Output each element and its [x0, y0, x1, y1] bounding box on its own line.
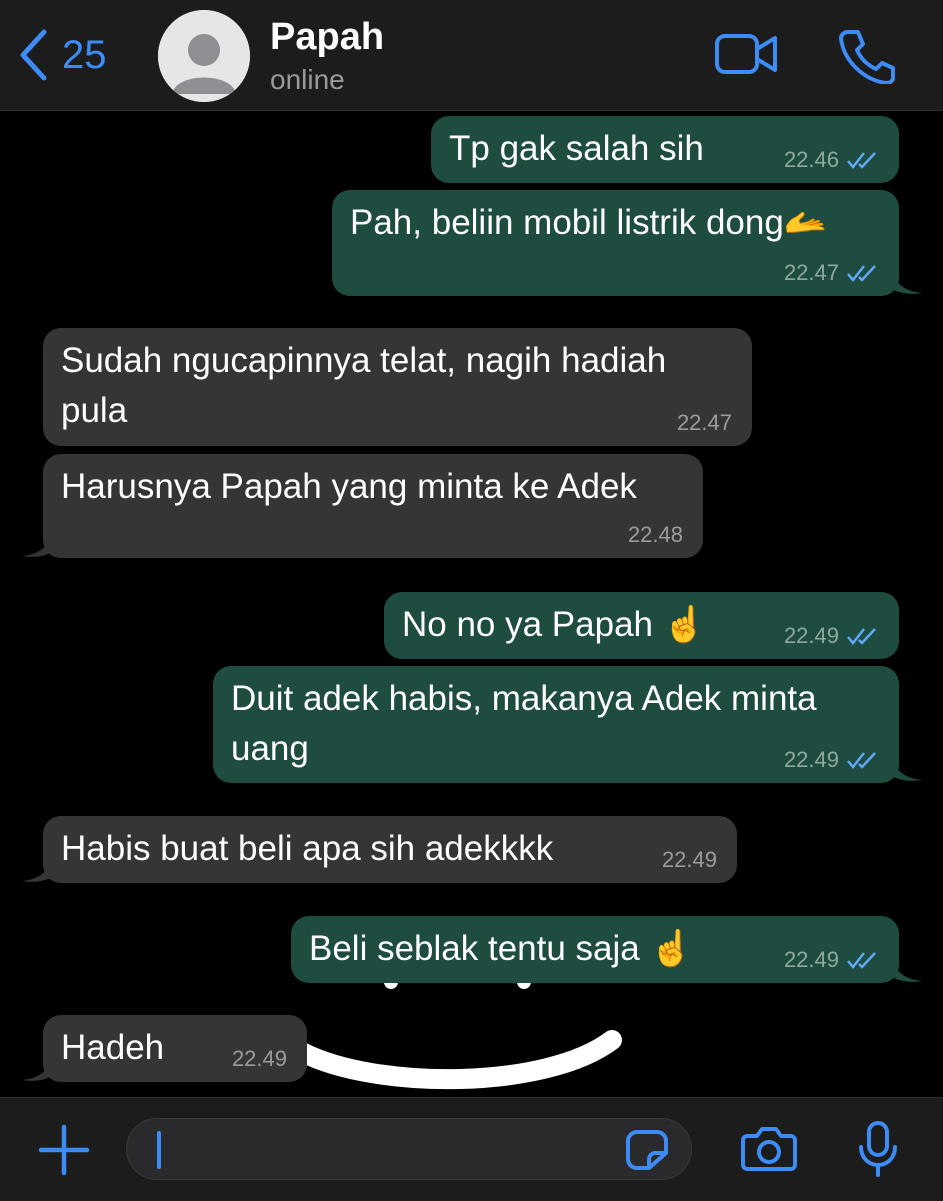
- contact-name[interactable]: Papah: [270, 16, 384, 59]
- camera-button[interactable]: [741, 1124, 797, 1177]
- attach-button[interactable]: [38, 1124, 90, 1181]
- chevron-left-icon: [20, 29, 47, 81]
- message-input[interactable]: [126, 1118, 692, 1180]
- read-receipt-icon: [847, 628, 876, 645]
- bubble-tail: [892, 269, 922, 294]
- voice-call-button[interactable]: [838, 28, 896, 89]
- read-receipt-icon: [847, 152, 876, 169]
- message-meta: 22.46: [784, 147, 879, 173]
- plus-icon: [38, 1124, 90, 1176]
- chat-header: 25 Papah online: [0, 0, 943, 111]
- read-receipt-icon: [847, 752, 876, 769]
- message-outgoing[interactable]: Pah, beliin mobil listrik dong🫴 22.47: [332, 190, 899, 296]
- bubble-tail: [22, 857, 52, 882]
- chat-area[interactable]: Tp gak salah sih 22.46 Pah, beliin mobil…: [0, 111, 943, 1097]
- message-meta: 22.49: [784, 947, 879, 973]
- message-incoming[interactable]: Harusnya Papah yang minta ke Adek 22.48: [43, 454, 703, 558]
- bubble-tail: [22, 532, 52, 557]
- message-meta: 22.49: [784, 747, 879, 773]
- unread-count: 25: [62, 32, 107, 77]
- message-text: Habis buat beli apa sih adekkkk: [61, 829, 554, 868]
- message-time: 22.47: [676, 410, 732, 435]
- message-time: 22.49: [783, 747, 839, 772]
- message-time: 22.46: [783, 147, 839, 172]
- sticker-icon: [626, 1130, 668, 1170]
- message-time: 22.49: [783, 947, 839, 972]
- message-outgoing[interactable]: Duit adek habis, makanya Adek minta uang…: [213, 666, 899, 783]
- video-call-button[interactable]: [714, 30, 780, 83]
- message-meta: 22.49: [232, 1046, 287, 1072]
- camera-icon: [741, 1127, 797, 1171]
- back-button[interactable]: 25: [18, 26, 107, 84]
- message-time: 22.48: [627, 522, 683, 547]
- message-text: Harusnya Papah yang minta ke Adek: [61, 467, 637, 506]
- bubble-tail: [892, 957, 922, 982]
- message-incoming[interactable]: Habis buat beli apa sih adekkkk 22.49: [43, 816, 737, 883]
- video-camera-icon: [715, 34, 777, 74]
- avatar[interactable]: [158, 10, 250, 102]
- message-outgoing[interactable]: No no ya Papah ☝️ 22.49: [384, 592, 899, 659]
- sticker-button[interactable]: [625, 1129, 669, 1176]
- contact-status: online: [270, 64, 345, 95]
- message-text: Sudah ngucapinnya telat, nagih hadiah pu…: [61, 341, 667, 430]
- text-cursor: [157, 1131, 161, 1169]
- message-time: 22.47: [783, 260, 839, 285]
- voice-message-button[interactable]: [856, 1120, 900, 1183]
- drawn-smiley-mouth: [296, 1030, 622, 1090]
- read-receipt-icon: [847, 265, 876, 282]
- message-time: 22.49: [783, 623, 839, 648]
- message-text: Pah, beliin mobil listrik dong🫴: [350, 203, 828, 242]
- bubble-tail: [892, 756, 922, 781]
- message-meta: 22.47: [784, 260, 879, 286]
- microphone-icon: [859, 1121, 897, 1177]
- message-meta: 22.47: [677, 410, 732, 436]
- phone-icon: [839, 30, 895, 85]
- message-meta: 22.49: [784, 623, 879, 649]
- message-outgoing[interactable]: Beli seblak tentu saja ☝️ 22.49: [291, 916, 899, 983]
- message-meta: 22.48: [628, 522, 683, 548]
- default-avatar-icon: [158, 10, 250, 102]
- message-incoming[interactable]: Sudah ngucapinnya telat, nagih hadiah pu…: [43, 328, 752, 446]
- message-outgoing[interactable]: Tp gak salah sih 22.46: [431, 116, 899, 183]
- message-time: 22.49: [231, 1046, 287, 1071]
- message-incoming[interactable]: Hadeh 22.49: [43, 1015, 307, 1082]
- message-time: 22.49: [661, 847, 717, 872]
- read-receipt-icon: [847, 952, 876, 969]
- message-meta: 22.49: [662, 847, 717, 873]
- message-composer: [0, 1097, 943, 1201]
- bubble-tail: [22, 1056, 52, 1081]
